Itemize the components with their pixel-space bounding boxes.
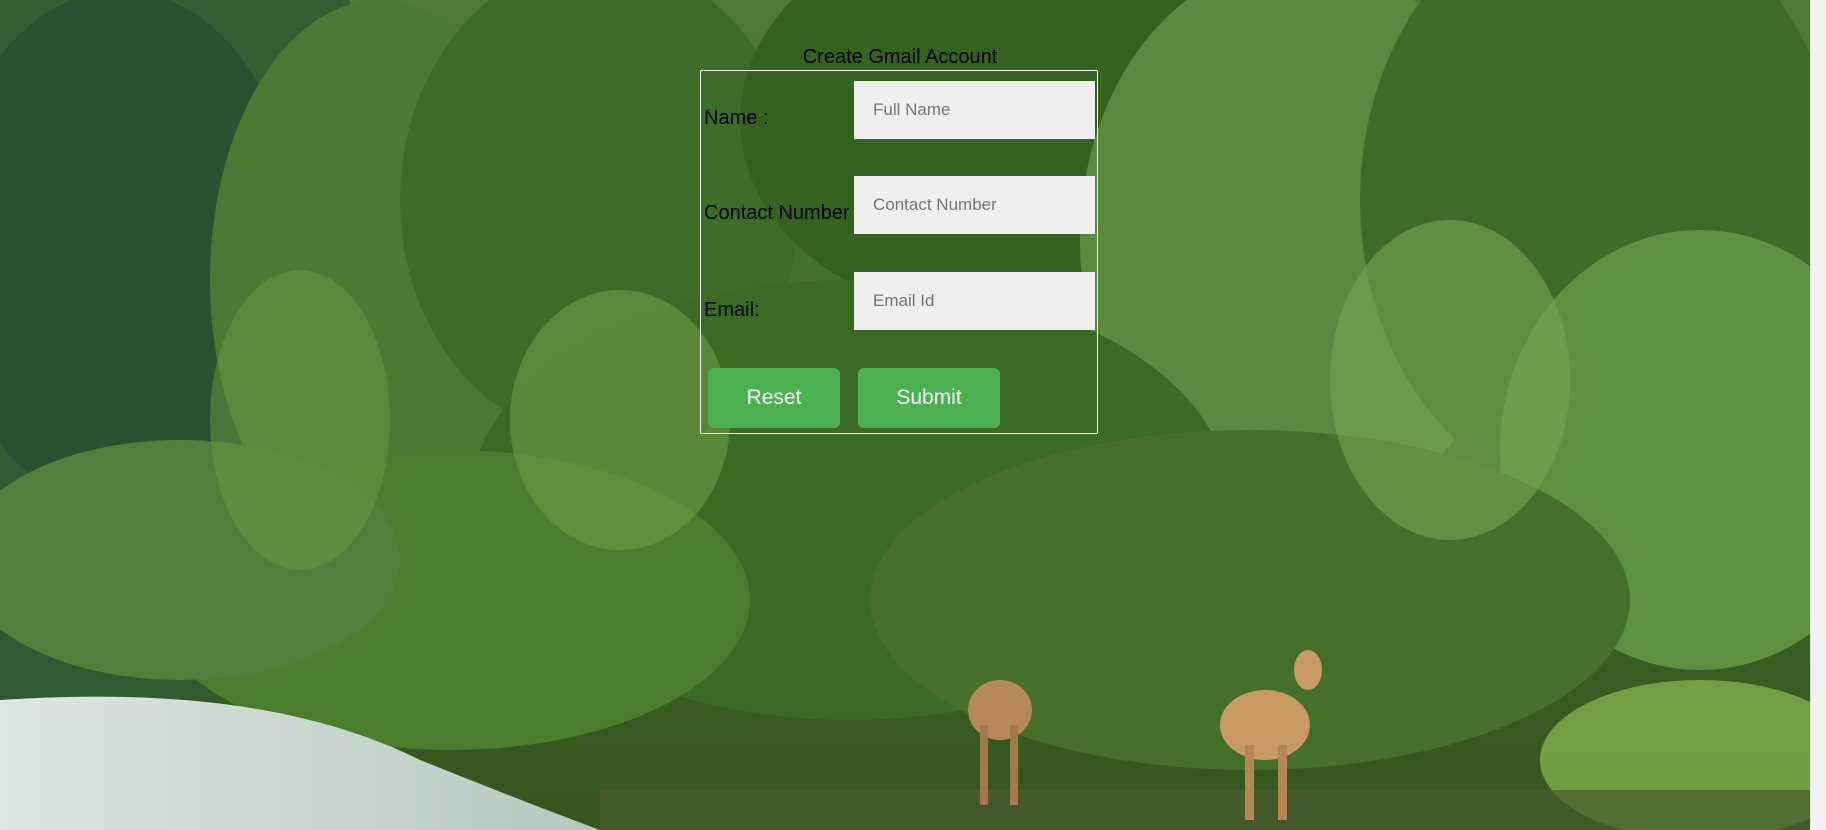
contact-number-placeholder: Contact Number (873, 195, 997, 214)
page-title: Create Gmail Account (802, 46, 998, 68)
vertical-scrollbar[interactable] (1810, 0, 1826, 830)
submit-button[interactable]: Submit (858, 368, 1000, 428)
full-name-input[interactable]: Full Name (854, 81, 1095, 139)
contact-number-label: Contact Number (704, 202, 850, 224)
email-input[interactable]: Email Id (854, 272, 1095, 330)
name-label: Name : (704, 107, 769, 129)
create-account-form: Name : Full Name Contact Number Contact … (700, 70, 1098, 434)
reset-button[interactable]: Reset (708, 368, 840, 428)
contact-number-input[interactable]: Contact Number (854, 176, 1095, 234)
email-label: Email: (704, 299, 760, 321)
full-name-placeholder: Full Name (873, 100, 951, 119)
email-placeholder: Email Id (873, 291, 935, 310)
